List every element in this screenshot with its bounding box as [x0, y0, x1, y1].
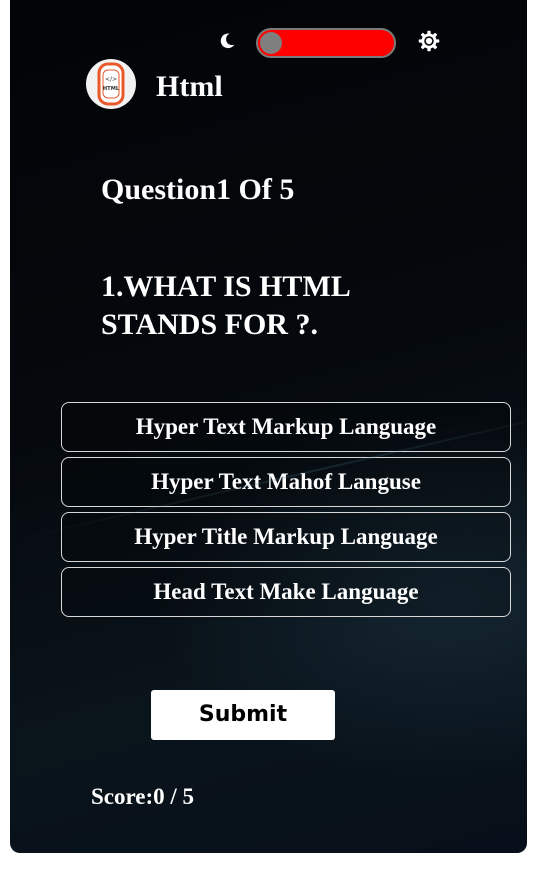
score-value: 0 / 5	[153, 784, 195, 809]
sun-icon	[418, 30, 440, 52]
html-logo-icon: </> HTML	[97, 62, 125, 106]
answer-option[interactable]: Hyper Text Markup Language	[61, 402, 511, 452]
question-counter: Question1 Of 5	[101, 173, 295, 206]
theme-toggle-switch[interactable]	[256, 28, 396, 58]
answer-options: Hyper Text Markup Language Hyper Text Ma…	[61, 402, 511, 622]
theme-toggle-row	[10, 28, 527, 58]
svg-text:</>: </>	[105, 76, 117, 83]
toggle-knob[interactable]	[260, 32, 282, 54]
answer-option[interactable]: Hyper Text Mahof Languse	[61, 457, 511, 507]
quiz-card: </> HTML Html Question1 Of 5 1.WHAT IS H…	[10, 0, 527, 853]
logo-text: HTML	[103, 86, 120, 92]
html-logo: </> HTML	[86, 59, 136, 109]
answer-option[interactable]: Head Text Make Language	[61, 567, 511, 617]
question-text: 1.WHAT IS HTML STANDS FOR ?.	[101, 270, 350, 341]
submit-button[interactable]: Submit	[151, 690, 335, 740]
quiz-title: Html	[156, 70, 223, 103]
score-display: Score:0 / 5	[91, 784, 194, 810]
moon-icon	[220, 33, 235, 49]
score-label: Score:	[91, 784, 154, 809]
answer-option[interactable]: Hyper Title Markup Language	[61, 512, 511, 562]
